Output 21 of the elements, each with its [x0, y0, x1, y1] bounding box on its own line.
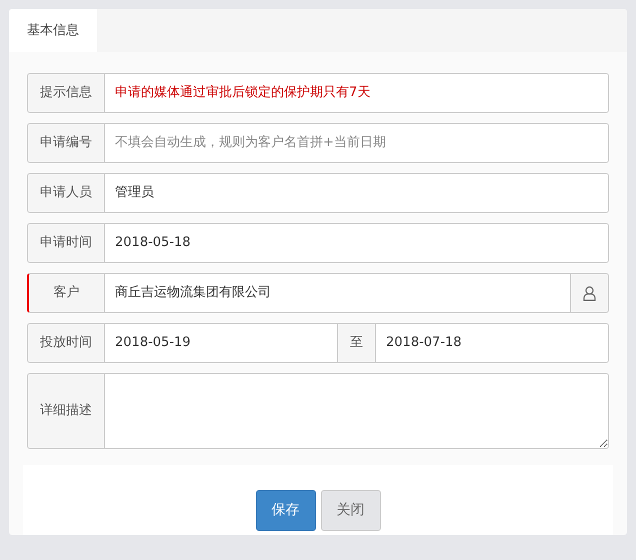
save-button[interactable]: 保存 [256, 490, 316, 531]
tab[interactable]: 基本信息 [9, 9, 97, 52]
textarea-field[interactable] [104, 373, 609, 449]
field-label: 申请人员 [27, 173, 105, 213]
field-label: 申请编号 [27, 123, 105, 163]
user-icon [583, 286, 596, 300]
input-field[interactable]: 2018-07-18 [375, 323, 609, 363]
input-field[interactable]: 管理员 [104, 173, 609, 213]
field-label: 投放时间 [27, 323, 105, 363]
input-field[interactable]: 不填会自动生成，规则为客户名首拼+当前日期 [104, 123, 609, 163]
field-label: 详细描述 [27, 373, 105, 449]
input-field[interactable]: 2018-05-19 [104, 323, 338, 363]
close-button[interactable]: 关闭 [320, 490, 380, 531]
field-label: 客户 [27, 273, 105, 313]
input-field[interactable]: 商丘吉运物流集团有限公司 [104, 273, 571, 313]
field-label: 提示信息 [27, 73, 105, 113]
notice-text: 申请的媒体通过审批后锁定的保护期只有7天 [104, 73, 609, 113]
input-field[interactable]: 2018-05-18 [104, 223, 609, 263]
field-label: 申请时间 [27, 223, 105, 263]
range-separator: 至 [337, 323, 376, 363]
user-button[interactable] [570, 273, 609, 313]
